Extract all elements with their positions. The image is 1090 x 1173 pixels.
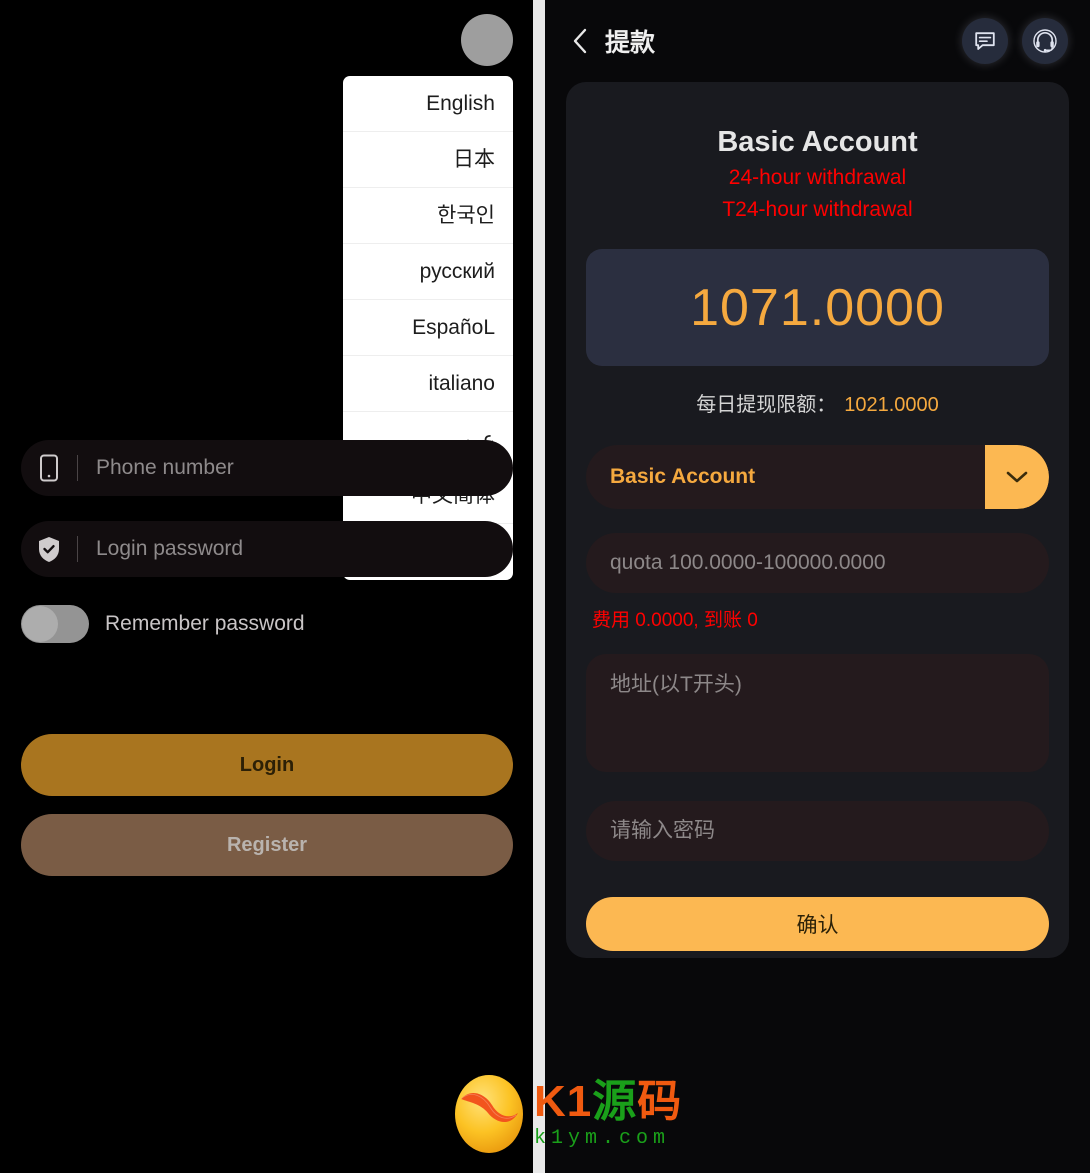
withdraw-header: 提款 (545, 0, 1090, 82)
balance-box: 1071.0000 (586, 249, 1049, 366)
remember-password-label: Remember password (105, 612, 305, 635)
phone-field[interactable] (21, 440, 513, 496)
account-select[interactable]: Basic Account (586, 445, 1049, 509)
toggle-knob (22, 606, 58, 642)
login-panel: English 日本 한국인 русский EspañoL italiano … (0, 0, 533, 1173)
withdraw-note-line1: 24-hour withdrawal (728, 166, 907, 189)
language-option-english[interactable]: English (343, 76, 513, 132)
app-screen: English 日本 한국인 русский EspañoL italiano … (0, 0, 1090, 1173)
phone-input[interactable] (78, 440, 513, 496)
page-title: 提款 (605, 29, 656, 57)
login-password-input[interactable] (78, 521, 513, 577)
register-button[interactable]: Register (21, 814, 513, 876)
password-field[interactable] (21, 521, 513, 577)
avatar[interactable] (461, 14, 513, 66)
phone-icon (21, 454, 77, 482)
language-option-russian[interactable]: русский (343, 244, 513, 300)
login-form: Remember password Login Register (21, 440, 513, 876)
language-option-korean[interactable]: 한국인 (343, 188, 513, 244)
daily-limit-label: 每日提现限额： (696, 394, 837, 416)
account-select-value: Basic Account (610, 465, 756, 488)
daily-limit-row: 每日提现限额： 1021.0000 (586, 388, 1049, 417)
message-icon[interactable] (962, 18, 1008, 64)
balance-amount: 1071.0000 (690, 278, 945, 337)
amount-input[interactable] (586, 533, 1049, 593)
remember-password-row[interactable]: Remember password (21, 602, 513, 646)
login-button[interactable]: Login (21, 734, 513, 796)
withdraw-password-input[interactable] (586, 801, 1049, 861)
remember-password-toggle[interactable] (21, 605, 89, 643)
chevron-left-icon[interactable] (567, 28, 593, 54)
language-option-japanese[interactable]: 日本 (343, 132, 513, 188)
daily-limit-value: 1021.0000 (844, 394, 939, 416)
withdraw-note-line2: T24-hour withdrawal (722, 198, 913, 221)
withdraw-panel: 提款 Basic Account 24-hour withdrawal T24-… (545, 0, 1090, 1173)
language-option-italian[interactable]: italiano (343, 356, 513, 412)
confirm-button[interactable]: 确认 (586, 897, 1049, 951)
shield-check-icon (21, 536, 77, 563)
address-input[interactable] (586, 654, 1049, 772)
account-type-title: Basic Account (717, 126, 918, 158)
withdraw-card: Basic Account 24-hour withdrawal T24-hou… (566, 82, 1069, 958)
language-option-spanish[interactable]: EspañoL (343, 300, 513, 356)
chevron-down-icon[interactable] (985, 445, 1049, 509)
headset-icon[interactable] (1022, 18, 1068, 64)
fee-note: 费用 0.0000, 到账 0 (592, 610, 758, 631)
